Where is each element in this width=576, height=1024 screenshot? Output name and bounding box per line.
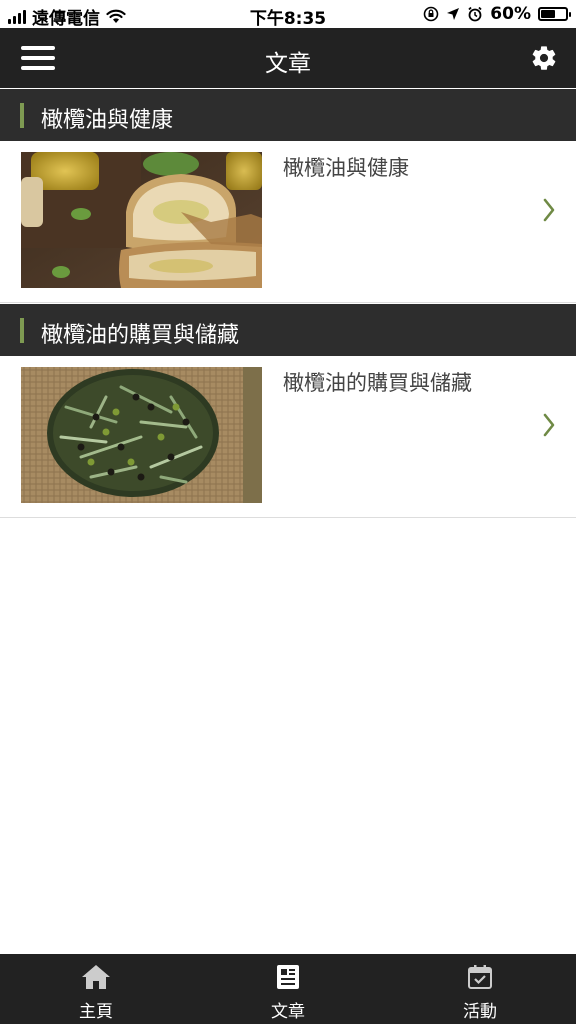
battery-percent: 60% — [490, 4, 531, 24]
article-title: 橄欖油的購買與儲藏 — [283, 371, 472, 395]
chevron-right-icon — [543, 413, 555, 437]
calendar-check-icon — [468, 965, 492, 989]
status-bar: 遠傳電信 下午8:35 60% — [0, 0, 576, 29]
top-nav-bar: 文章 — [0, 28, 576, 88]
article-row-storage[interactable]: 橄欖油的購買與儲藏 — [0, 356, 576, 518]
battery-icon — [538, 7, 571, 21]
alarm-icon — [468, 6, 482, 22]
chevron-right-icon — [543, 198, 555, 222]
tab-home[interactable]: 主頁 — [0, 954, 192, 1024]
section-header-health: 橄欖油與健康 — [0, 89, 576, 141]
section-accent-bar — [20, 318, 24, 343]
olive-oil-bread-photo — [21, 152, 262, 288]
tab-label: 活動 — [463, 1002, 497, 1022]
section-accent-bar — [20, 103, 24, 128]
gear-icon[interactable] — [530, 44, 558, 72]
tab-articles[interactable]: 文章 — [192, 954, 384, 1024]
section-header-label: 橄欖油與健康 — [41, 108, 174, 133]
rotation-lock-icon — [423, 6, 439, 22]
bottom-tab-bar: 主頁 文章 活動 — [0, 954, 576, 1024]
article-title: 橄欖油與健康 — [283, 156, 409, 180]
status-right: 60% — [423, 4, 571, 24]
section-header-label: 橄欖油的購買與儲藏 — [41, 323, 240, 348]
tab-label: 文章 — [271, 1002, 305, 1022]
olive-harvest-sack-photo — [21, 367, 262, 503]
page-title: 文章 — [265, 51, 311, 77]
section-header-storage: 橄欖油的購買與儲藏 — [0, 304, 576, 356]
tab-events[interactable]: 活動 — [384, 954, 576, 1024]
article-row-health[interactable]: 橄欖油與健康 — [0, 141, 576, 303]
tab-label: 主頁 — [79, 1002, 113, 1022]
home-icon — [82, 965, 110, 989]
location-arrow-icon — [447, 8, 460, 20]
article-icon — [277, 965, 299, 989]
